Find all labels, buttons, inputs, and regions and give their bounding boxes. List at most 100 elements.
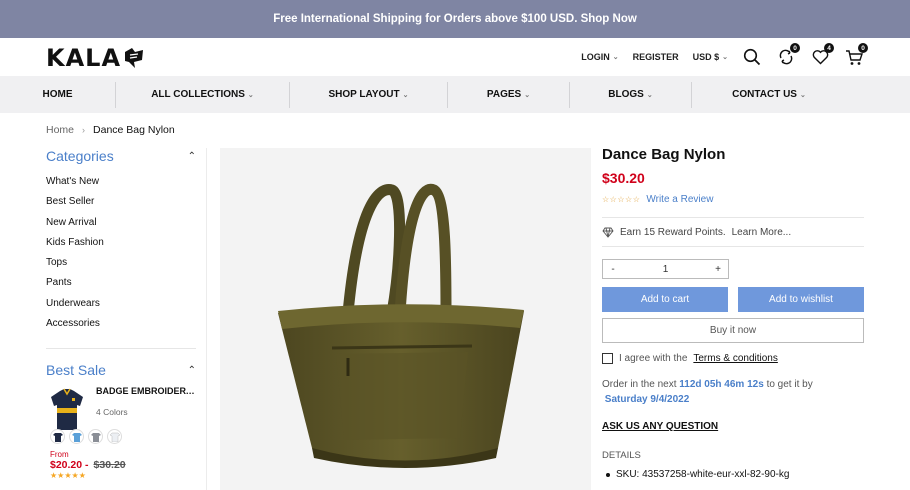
chevron-up-icon[interactable]: ⌃	[188, 365, 196, 376]
product-image[interactable]	[220, 148, 591, 490]
sidebar-divider-line	[206, 148, 207, 490]
chevron-down-icon: ⌄	[402, 91, 409, 99]
compare-count-badge: 0	[790, 43, 800, 53]
reward-text: Earn 15 Reward Points.	[620, 226, 726, 238]
diamond-icon	[602, 227, 614, 238]
category-item[interactable]: Pants	[46, 273, 196, 293]
best-sale-header[interactable]: Best Sale ⌃	[46, 362, 196, 378]
best-sale-price: $20.20 -	[50, 459, 89, 472]
category-list: What's New Best Seller New Arrival Kids …	[46, 172, 196, 334]
best-sale-old-price: $30.20	[93, 459, 126, 472]
logo[interactable]: KALA	[46, 44, 145, 72]
product-title: Dance Bag Nylon	[602, 146, 726, 163]
best-sale-colors: 4 Colors	[96, 407, 128, 418]
chevron-down-icon: ⌄	[524, 91, 531, 99]
details-heading: DETAILS	[602, 450, 641, 461]
cart-button[interactable]: 0	[844, 43, 868, 67]
product-info: Dance Bag Nylon $30.20 ☆☆☆☆☆ Write a Rev…	[602, 146, 864, 480]
terms-checkbox[interactable]	[602, 353, 613, 364]
wishlist-button[interactable]: 4	[810, 43, 834, 67]
nav-contact-us-label: CONTACT US	[732, 89, 797, 100]
color-swatches	[50, 429, 196, 445]
qty-decrease-button[interactable]: -	[603, 264, 623, 275]
sidebar: Categories ⌃ What's New Best Seller New …	[46, 148, 196, 480]
polo-swatch-icon	[52, 432, 63, 442]
polo-swatch-icon	[90, 432, 101, 442]
reward-points: Earn 15 Reward Points. Learn More...	[602, 218, 864, 246]
delivery-date: Saturday 9/4/2022	[604, 394, 690, 405]
search-icon	[743, 48, 761, 66]
learn-more-link[interactable]: Learn More...	[732, 227, 791, 238]
qty-increase-button[interactable]: +	[708, 264, 728, 275]
tote-bag-image	[278, 183, 524, 468]
swatch-grey[interactable]	[88, 429, 103, 445]
polo-shirt-image	[51, 388, 83, 431]
chevron-down-icon: ⌄	[722, 54, 728, 61]
categories-title: Categories	[46, 148, 114, 164]
register-link[interactable]: REGISTER	[633, 52, 679, 62]
header-actions: LOGIN ⌄ REGISTER USD $ ⌄ 0 4 0	[581, 38, 868, 76]
logo-text: KALA	[46, 44, 122, 72]
currency-label: USD $	[692, 52, 720, 62]
currency-selector[interactable]: USD $ ⌄	[693, 52, 728, 62]
buy-now-button[interactable]: Buy it now	[602, 318, 864, 343]
nav-pages[interactable]: PAGES ⌄	[448, 76, 569, 113]
nav-home[interactable]: HOME	[0, 76, 115, 113]
best-sale-product[interactable]: BADGE EMBROIDERY POLO SHIRT 4 Colors Fro…	[46, 386, 196, 480]
qty-input[interactable]: 1	[623, 264, 708, 275]
chevron-down-icon: ⌄	[646, 91, 653, 99]
nav-shop-layout[interactable]: SHOP LAYOUT ⌄	[290, 76, 447, 113]
chevron-down-icon: ⌄	[247, 91, 254, 99]
main-nav: HOME ALL COLLECTIONS ⌄ SHOP LAYOUT ⌄ PAG…	[0, 76, 910, 113]
ask-question-link[interactable]: ASK US ANY QUESTION	[602, 421, 718, 432]
swatch-navy[interactable]	[50, 429, 65, 445]
divider	[602, 246, 864, 247]
swatch-blue[interactable]	[69, 429, 84, 445]
sku-item: SKU: 43537258-white-eur-xxl-82-90-kg	[602, 469, 864, 480]
category-item[interactable]: Best Seller	[46, 192, 196, 212]
quantity-stepper: - 1 +	[602, 259, 729, 279]
add-to-wishlist-button[interactable]: Add to wishlist	[738, 287, 864, 312]
sku-text: SKU: 43537258-white-eur-xxl-82-90-kg	[616, 469, 790, 480]
breadcrumb-home[interactable]: Home	[46, 124, 74, 136]
nav-all-collections-label: ALL COLLECTIONS	[151, 89, 245, 100]
best-sale-prices: $20.20 - $30.20	[50, 459, 196, 471]
category-item[interactable]: New Arrival	[46, 213, 196, 233]
best-sale-name[interactable]: BADGE EMBROIDERY POLO SHIRT	[96, 386, 196, 396]
agree-text: I agree with the	[619, 353, 688, 364]
login-link[interactable]: LOGIN ⌄	[581, 52, 618, 62]
polo-swatch-icon	[109, 432, 120, 442]
countdown-timer: 112d 05h 46m 12s	[679, 379, 764, 390]
nav-all-collections[interactable]: ALL COLLECTIONS ⌄	[116, 76, 289, 113]
categories-header[interactable]: Categories ⌃	[46, 148, 196, 164]
action-buttons: Add to cart Add to wishlist	[602, 287, 864, 312]
terms-link[interactable]: Terms & conditions	[693, 353, 777, 364]
add-to-cart-button[interactable]: Add to cart	[602, 287, 728, 312]
product-price: $30.20	[602, 170, 645, 186]
write-review-link[interactable]: Write a Review	[646, 194, 713, 205]
category-item[interactable]: What's New	[46, 172, 196, 192]
category-item[interactable]: Underwears	[46, 294, 196, 314]
breadcrumb: Home › Dance Bag Nylon	[46, 124, 175, 136]
nav-shop-layout-label: SHOP LAYOUT	[328, 89, 400, 100]
order-mid: to get it by	[766, 379, 813, 390]
sidebar-divider	[46, 348, 196, 350]
nav-contact-us[interactable]: CONTACT US ⌄	[692, 76, 846, 113]
nav-blogs[interactable]: BLOGS ⌄	[570, 76, 691, 113]
swatch-white[interactable]	[107, 429, 122, 445]
announcement-text[interactable]: Free International Shipping for Orders a…	[273, 13, 637, 25]
search-button[interactable]	[742, 47, 762, 67]
category-item[interactable]: Accessories	[46, 314, 196, 334]
announcement-bar[interactable]: Free International Shipping for Orders a…	[0, 0, 910, 38]
rating-stars: ☆☆☆☆☆	[602, 195, 641, 204]
best-sale-info: BADGE EMBROIDERY POLO SHIRT 4 Colors Fro…	[50, 386, 196, 480]
delivery-estimate: Order in the next 112d 05h 46m 12s to ge…	[602, 377, 864, 407]
bullet-icon	[606, 472, 610, 477]
category-item[interactable]: Kids Fashion	[46, 233, 196, 253]
compare-button[interactable]: 0	[776, 43, 800, 67]
category-item[interactable]: Tops	[46, 253, 196, 273]
chevron-up-icon[interactable]: ⌃	[188, 151, 196, 162]
terms-agreement: I agree with the Terms & conditions	[602, 353, 864, 364]
site-header: KALA LOGIN ⌄ REGISTER USD $ ⌄ 0 4 0	[0, 38, 910, 76]
nav-home-label: HOME	[42, 89, 73, 100]
